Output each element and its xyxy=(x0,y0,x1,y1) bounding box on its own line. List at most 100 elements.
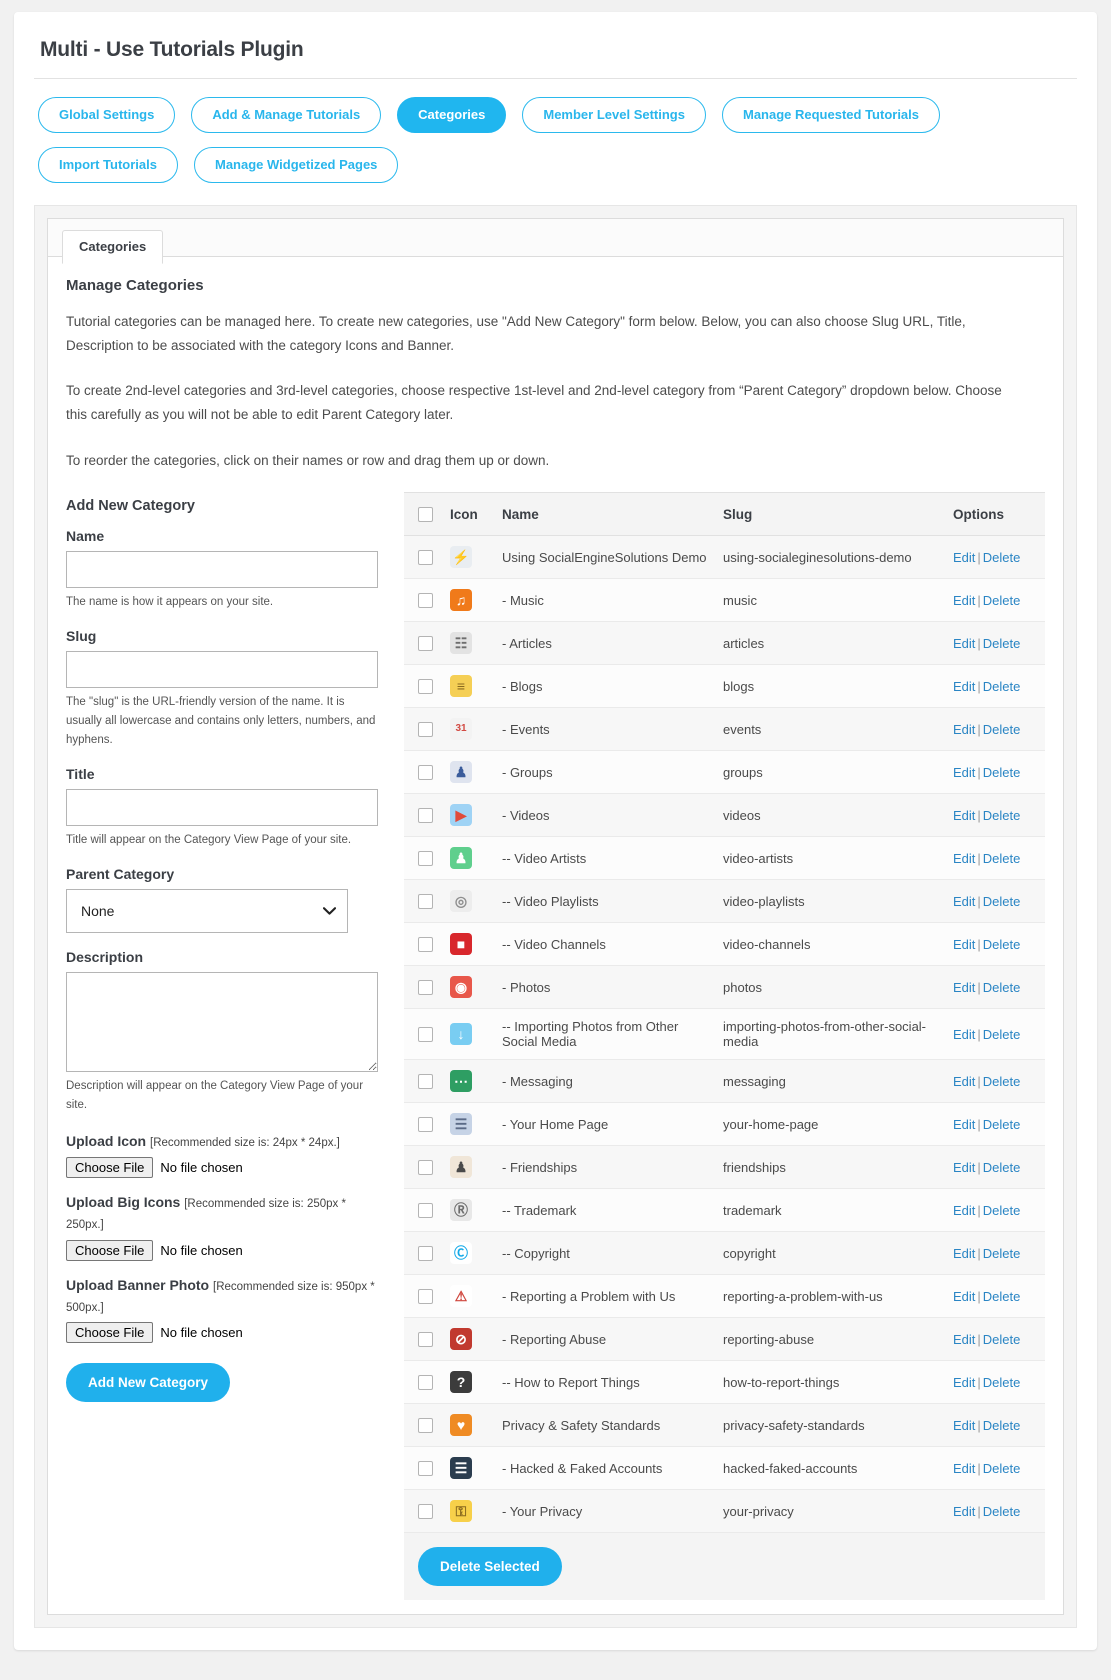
delete-link[interactable]: Delete xyxy=(983,722,1021,737)
row-name-cell[interactable]: - Music xyxy=(494,578,715,623)
row-select-checkbox[interactable] xyxy=(418,1332,433,1348)
edit-link[interactable]: Edit xyxy=(953,1074,975,1089)
delete-link[interactable]: Delete xyxy=(983,1375,1021,1390)
table-row[interactable]: ♟ -- Video Artists video-artists Edit | Delet… xyxy=(404,836,1045,881)
table-row[interactable]: ☰ - Hacked & Faked Accounts hacked-faked-a… xyxy=(404,1446,1045,1491)
table-row[interactable]: ⚡ Using SocialEngineSolutions Demo using-s… xyxy=(404,535,1045,580)
delete-link[interactable]: Delete xyxy=(983,1289,1021,1304)
edit-link[interactable]: Edit xyxy=(953,1117,975,1132)
table-row[interactable]: ■ -- Video Channels video-channels Edit | Del… xyxy=(404,922,1045,967)
nav-tab-categories[interactable]: Categories xyxy=(397,97,507,133)
edit-link[interactable]: Edit xyxy=(953,1418,975,1433)
delete-link[interactable]: Delete xyxy=(983,765,1021,780)
nav-tab-member-level-settings[interactable]: Member Level Settings xyxy=(522,97,706,133)
row-name-cell[interactable]: - Your Privacy xyxy=(494,1489,715,1534)
row-select-checkbox[interactable] xyxy=(418,1504,433,1520)
row-name-cell[interactable]: - Blogs xyxy=(494,664,715,709)
edit-link[interactable]: Edit xyxy=(953,980,975,995)
edit-link[interactable]: Edit xyxy=(953,679,975,694)
row-select-checkbox[interactable] xyxy=(418,894,433,910)
upload-banner-photo-choose-file-button[interactable]: Choose File xyxy=(66,1322,154,1344)
delete-link[interactable]: Delete xyxy=(983,1418,1021,1433)
edit-link[interactable]: Edit xyxy=(953,1246,975,1261)
row-select-checkbox[interactable] xyxy=(418,679,433,695)
row-name-cell[interactable]: - Articles xyxy=(494,621,715,666)
row-select-checkbox[interactable] xyxy=(418,636,433,652)
table-row[interactable]: ≡ - Blogs blogs Edit | Delete xyxy=(404,664,1045,709)
edit-link[interactable]: Edit xyxy=(953,550,975,565)
table-row[interactable]: ⚿ - Your Privacy your-privacy Edit | Delete xyxy=(404,1489,1045,1534)
table-row[interactable]: ♟ - Groups groups Edit | Delete xyxy=(404,750,1045,795)
edit-link[interactable]: Edit xyxy=(953,765,975,780)
row-name-cell[interactable]: - Reporting Abuse xyxy=(494,1317,715,1362)
edit-link[interactable]: Edit xyxy=(953,593,975,608)
delete-selected-button[interactable]: Delete Selected xyxy=(418,1547,562,1587)
table-row[interactable]: ♟ - Friendships friendships Edit | Delete xyxy=(404,1145,1045,1190)
delete-link[interactable]: Delete xyxy=(983,894,1021,909)
row-name-cell[interactable]: - Hacked & Faked Accounts xyxy=(494,1446,715,1491)
row-select-checkbox[interactable] xyxy=(418,1246,433,1262)
delete-link[interactable]: Delete xyxy=(983,679,1021,694)
table-row[interactable]: ◉ - Photos photos Edit | Delete xyxy=(404,965,1045,1010)
row-name-cell[interactable]: - Photos xyxy=(494,965,715,1010)
row-name-cell[interactable]: -- Video Playlists xyxy=(494,879,715,924)
delete-link[interactable]: Delete xyxy=(983,851,1021,866)
nav-tab-import-tutorials[interactable]: Import Tutorials xyxy=(38,147,178,183)
delete-link[interactable]: Delete xyxy=(983,593,1021,608)
row-select-checkbox[interactable] xyxy=(418,593,433,609)
edit-link[interactable]: Edit xyxy=(953,722,975,737)
table-row[interactable]: ⊘ - Reporting Abuse reporting-abuse Edit | De… xyxy=(404,1317,1045,1362)
description-textarea[interactable] xyxy=(66,971,378,1072)
edit-link[interactable]: Edit xyxy=(953,1375,975,1390)
table-row[interactable]: ☰ - Your Home Page your-home-page Edit | Dele… xyxy=(404,1102,1045,1147)
row-select-checkbox[interactable] xyxy=(418,550,433,566)
row-select-checkbox[interactable] xyxy=(418,1203,433,1219)
table-row[interactable]: ? -- How to Report Things how-to-report-th… xyxy=(404,1360,1045,1405)
title-input[interactable] xyxy=(66,789,378,826)
delete-link[interactable]: Delete xyxy=(983,808,1021,823)
table-row[interactable]: ☷ - Articles articles Edit | Delete xyxy=(404,621,1045,666)
delete-link[interactable]: Delete xyxy=(983,636,1021,651)
table-row[interactable]: ↓ -- Importing Photos from Other Social M… xyxy=(404,1008,1045,1061)
row-select-checkbox[interactable] xyxy=(418,1117,433,1133)
nav-tab-manage-requested-tutorials[interactable]: Manage Requested Tutorials xyxy=(721,97,940,133)
nav-tab-manage-widgetized-pages[interactable]: Manage Widgetized Pages xyxy=(193,147,399,183)
row-select-checkbox[interactable] xyxy=(418,722,433,738)
row-name-cell[interactable]: - Friendships xyxy=(494,1145,715,1190)
row-name-cell[interactable]: - Reporting a Problem with Us xyxy=(494,1274,715,1319)
upload-icon-choose-file-button[interactable]: Choose File xyxy=(66,1157,154,1179)
edit-link[interactable]: Edit xyxy=(953,1160,975,1175)
table-row[interactable]: Ⓡ -- Trademark trademark Edit | Delete xyxy=(404,1188,1045,1233)
row-name-cell[interactable]: -- Copyright xyxy=(494,1231,715,1276)
row-name-cell[interactable]: - Your Home Page xyxy=(494,1102,715,1147)
delete-link[interactable]: Delete xyxy=(983,1203,1021,1218)
delete-link[interactable]: Delete xyxy=(983,1332,1021,1347)
edit-link[interactable]: Edit xyxy=(953,1504,975,1519)
row-name-cell[interactable]: - Groups xyxy=(494,750,715,795)
edit-link[interactable]: Edit xyxy=(953,1027,975,1042)
delete-link[interactable]: Delete xyxy=(983,937,1021,952)
edit-link[interactable]: Edit xyxy=(953,1461,975,1476)
row-name-cell[interactable]: - Videos xyxy=(494,793,715,838)
row-select-checkbox[interactable] xyxy=(418,1289,433,1305)
nav-tab-add-manage-tutorials[interactable]: Add & Manage Tutorials xyxy=(191,97,382,133)
row-select-checkbox[interactable] xyxy=(418,937,433,953)
delete-link[interactable]: Delete xyxy=(983,1027,1021,1042)
table-row[interactable]: 31- Events events Edit | Delete xyxy=(404,707,1045,752)
add-new-category-button[interactable]: Add New Category xyxy=(66,1363,231,1403)
edit-link[interactable]: Edit xyxy=(953,851,975,866)
delete-link[interactable]: Delete xyxy=(983,1117,1021,1132)
edit-link[interactable]: Edit xyxy=(953,808,975,823)
delete-link[interactable]: Delete xyxy=(983,980,1021,995)
row-select-checkbox[interactable] xyxy=(418,980,433,996)
parent-category-select[interactable]: None xyxy=(66,888,348,933)
tab-categories[interactable]: Categories xyxy=(62,230,164,264)
row-name-cell[interactable]: Using SocialEngineSolutions Demo xyxy=(494,535,715,580)
row-name-cell[interactable]: - Events xyxy=(494,707,715,752)
row-name-cell[interactable]: -- Importing Photos from Other Social Me… xyxy=(494,1008,715,1061)
table-row[interactable]: ♥ Privacy & Safety Standards privacy-safet… xyxy=(404,1403,1045,1448)
select-all-checkbox[interactable] xyxy=(418,507,433,523)
row-select-checkbox[interactable] xyxy=(418,808,433,824)
upload-big-icons-choose-file-button[interactable]: Choose File xyxy=(66,1239,154,1261)
row-select-checkbox[interactable] xyxy=(418,1375,433,1391)
